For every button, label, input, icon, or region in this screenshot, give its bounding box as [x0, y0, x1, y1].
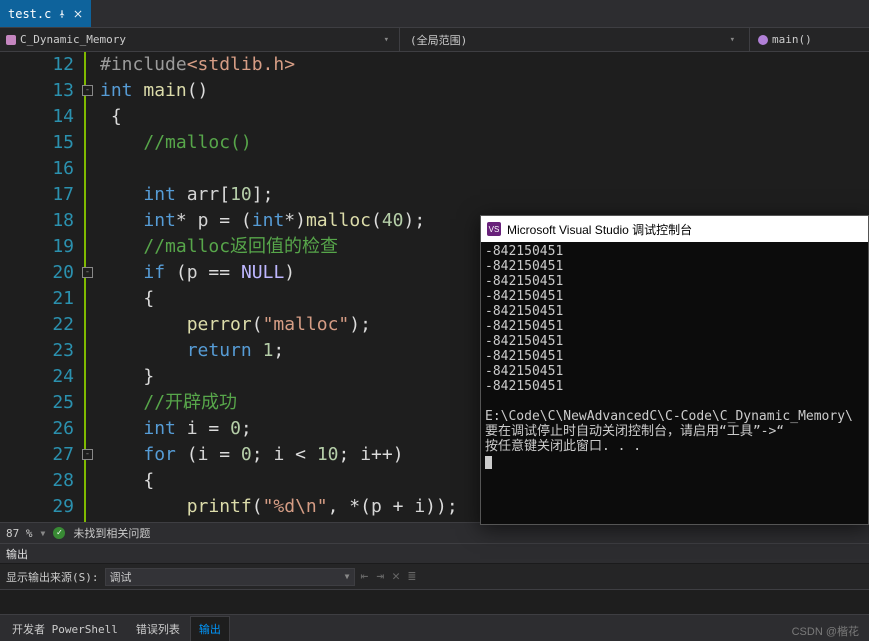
code-line[interactable]: int* p = (int*)malloc(40); [100, 208, 458, 234]
console-title-text: Microsoft Visual Studio 调试控制台 [507, 221, 692, 238]
code-line[interactable]: int arr[10]; [100, 182, 458, 208]
project-selector[interactable]: C_Dynamic_Memory ▾ [0, 28, 400, 51]
chevron-down-icon: ▼ [345, 572, 350, 581]
editor-status-strip: 87 % ▼ ✓ 未找到相关问题 [0, 522, 869, 544]
line-number: 23 [0, 338, 74, 364]
fold-toggle[interactable]: - [82, 449, 93, 460]
code-line[interactable]: //malloc返回值的检查 [100, 234, 458, 260]
close-icon[interactable] [73, 9, 83, 19]
code-line[interactable]: int i = 0; [100, 416, 458, 442]
code-area[interactable]: #include<stdlib.h>int main() { //malloc(… [86, 52, 458, 522]
chevron-down-icon: ▾ [384, 35, 389, 45]
line-number: 12 [0, 52, 74, 78]
chevron-down-icon: ▾ [730, 35, 735, 45]
line-number: 15 [0, 130, 74, 156]
line-number: 13 [0, 78, 74, 104]
check-icon: ✓ [53, 527, 65, 539]
watermark-text: CSDN @楷花 [788, 621, 863, 641]
code-line[interactable]: return 1; [100, 338, 458, 364]
issues-text: 未找到相关问题 [73, 525, 150, 541]
line-number: 21 [0, 286, 74, 312]
output-source-label: 显示输出来源(S): [6, 569, 99, 585]
output-panel-header: 输出 [0, 544, 869, 564]
code-line[interactable]: } [100, 364, 458, 390]
line-number: 27 [0, 442, 74, 468]
clear-icon[interactable]: ✕ [392, 569, 400, 584]
output-source-value: 调试 [110, 569, 132, 585]
fold-toggle[interactable]: - [82, 85, 93, 96]
fold-column: - - - [84, 52, 94, 522]
line-number: 20 [0, 260, 74, 286]
code-line[interactable]: printf("%d\n", *(p + i)); [100, 494, 458, 520]
bottom-tab-strip: 开发者 PowerShell 错误列表 输出 [0, 615, 869, 641]
scope-label: (全局范围) [410, 32, 467, 48]
fold-toggle[interactable]: - [82, 267, 93, 278]
code-line[interactable] [100, 156, 458, 182]
line-number: 28 [0, 468, 74, 494]
context-bar: C_Dynamic_Memory ▾ (全局范围) ▾ main() [0, 28, 869, 52]
line-number: 16 [0, 156, 74, 182]
line-number: 18 [0, 208, 74, 234]
line-number: 24 [0, 364, 74, 390]
code-line[interactable]: if (p == NULL) [100, 260, 458, 286]
code-line[interactable]: #include<stdlib.h> [100, 52, 458, 78]
console-titlebar[interactable]: VS Microsoft Visual Studio 调试控制台 [481, 216, 868, 242]
code-line[interactable]: //malloc() [100, 130, 458, 156]
code-line[interactable]: { [100, 468, 458, 494]
line-number: 22 [0, 312, 74, 338]
output-body[interactable] [0, 590, 869, 615]
debug-console-window[interactable]: VS Microsoft Visual Studio 调试控制台 -842150… [480, 215, 869, 525]
line-number: 29 [0, 494, 74, 520]
line-gutter: 121314151617181920212223242526272829 - -… [0, 52, 86, 522]
line-number: 26 [0, 416, 74, 442]
output-source-select[interactable]: 调试 ▼ [105, 568, 355, 586]
function-icon [758, 35, 768, 45]
wrap-icon[interactable]: ≣ [408, 569, 416, 584]
function-name: main() [772, 33, 812, 46]
code-line[interactable]: //开辟成功 [100, 390, 458, 416]
line-number: 17 [0, 182, 74, 208]
tab-errorlist[interactable]: 错误列表 [128, 617, 188, 641]
project-name: C_Dynamic_Memory [20, 33, 126, 46]
file-tab-label: test.c [8, 7, 51, 21]
file-tab[interactable]: test.c [0, 0, 92, 27]
vs-icon: VS [487, 222, 501, 236]
pin-icon[interactable] [57, 9, 67, 19]
next-icon[interactable]: ⇥ [376, 569, 384, 584]
code-line[interactable]: int main() [100, 78, 458, 104]
console-body[interactable]: -842150451 -842150451 -842150451 -842150… [481, 242, 868, 524]
function-selector[interactable]: main() [750, 33, 820, 46]
line-number: 25 [0, 390, 74, 416]
cursor [485, 456, 492, 469]
tab-bar: test.c [0, 0, 869, 28]
zoom-level[interactable]: 87 % [6, 527, 33, 540]
code-line[interactable]: for (i = 0; i < 10; i++) [100, 442, 458, 468]
tab-output[interactable]: 输出 [190, 616, 230, 641]
prev-icon[interactable]: ⇤ [361, 569, 369, 584]
code-line[interactable]: { [100, 104, 458, 130]
code-line[interactable]: { [100, 286, 458, 312]
chevron-down-icon[interactable]: ▼ [41, 529, 46, 538]
code-line[interactable]: perror("malloc"); [100, 312, 458, 338]
scope-selector[interactable]: (全局范围) ▾ [400, 28, 750, 51]
tab-powershell[interactable]: 开发者 PowerShell [4, 617, 126, 641]
line-number: 19 [0, 234, 74, 260]
project-icon [6, 35, 16, 45]
output-tool-icons: ⇤ ⇥ ✕ ≣ [361, 569, 416, 584]
line-number: 14 [0, 104, 74, 130]
output-toolbar: 显示输出来源(S): 调试 ▼ ⇤ ⇥ ✕ ≣ [0, 564, 869, 590]
